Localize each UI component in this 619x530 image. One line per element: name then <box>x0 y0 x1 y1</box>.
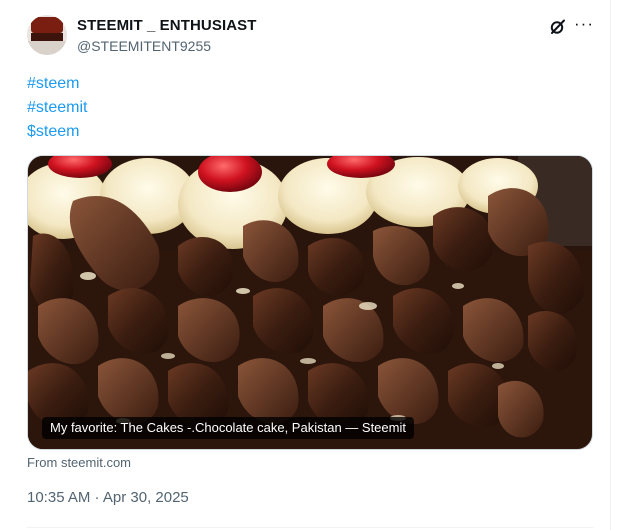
hashtag-link[interactable]: #steemit <box>27 96 87 120</box>
divider <box>27 527 593 528</box>
hashtag-link[interactable]: #steem <box>27 72 87 96</box>
post-timestamp[interactable]: 10:35 AM · Apr 30, 2025 <box>27 489 189 506</box>
cashtag-link[interactable]: $steem <box>27 120 87 144</box>
author-handle[interactable]: @STEEMITENT9255 <box>77 38 211 54</box>
hashtag-list: #steem #steemit $steem <box>27 72 87 144</box>
avatar-plate <box>27 41 67 55</box>
link-card-title[interactable]: My favorite: The Cakes -.Chocolate cake,… <box>42 417 414 439</box>
grok-icon[interactable] <box>548 17 568 37</box>
cake-photo <box>28 156 592 449</box>
link-card-image[interactable] <box>27 155 593 450</box>
avatar-cake-top <box>31 17 63 33</box>
more-icon[interactable]: ··· <box>573 15 595 37</box>
link-card-source[interactable]: From steemit.com <box>27 455 131 470</box>
avatar-cake-band <box>31 33 63 41</box>
avatar[interactable] <box>27 15 67 55</box>
author-display-name[interactable]: STEEMIT _ ENTHUSIAST <box>77 17 257 34</box>
post-card: STEEMIT _ ENTHUSIAST @STEEMITENT9255 ···… <box>0 0 611 530</box>
